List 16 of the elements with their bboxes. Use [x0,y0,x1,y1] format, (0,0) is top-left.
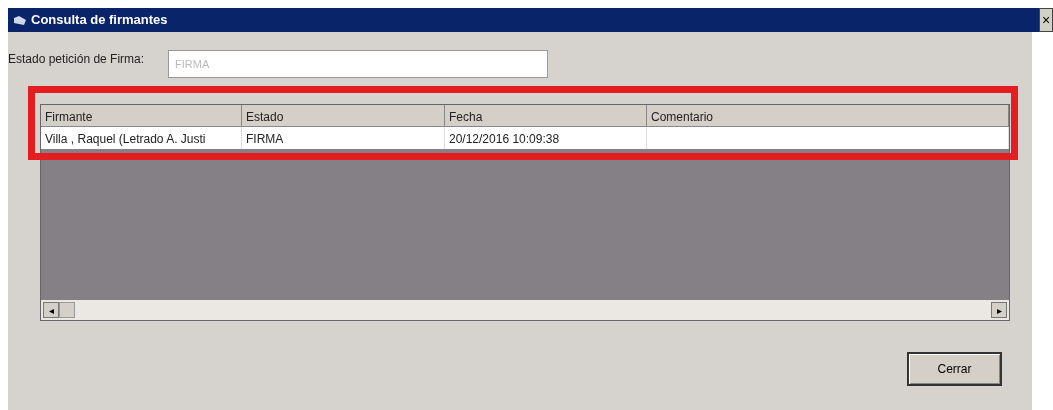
scroll-right-button[interactable]: ▸ [991,302,1007,318]
close-button[interactable]: × [1039,8,1053,32]
table-cell: Villa , Raquel (Letrado A. Justi [41,127,242,149]
column-header[interactable]: Estado [242,105,445,127]
scrollbar[interactable]: ◂ ▸ [41,300,1009,320]
close-dialog-button[interactable]: Cerrar [907,352,1002,386]
window-title: Consulta de firmantes [31,11,168,30]
table-cell: 20/12/2016 10:09:38 [445,127,647,149]
field-label: Estado petición de Firma: [8,51,145,68]
table-cell: FIRMA [242,127,445,149]
column-header[interactable]: Firmante [41,105,242,127]
scroll-thumb[interactable] [59,302,75,318]
app-icon [14,15,26,25]
column-header[interactable]: Fecha [445,105,647,127]
column-header[interactable]: Comentario [647,105,1009,127]
scroll-left-button[interactable]: ◂ [43,302,59,318]
